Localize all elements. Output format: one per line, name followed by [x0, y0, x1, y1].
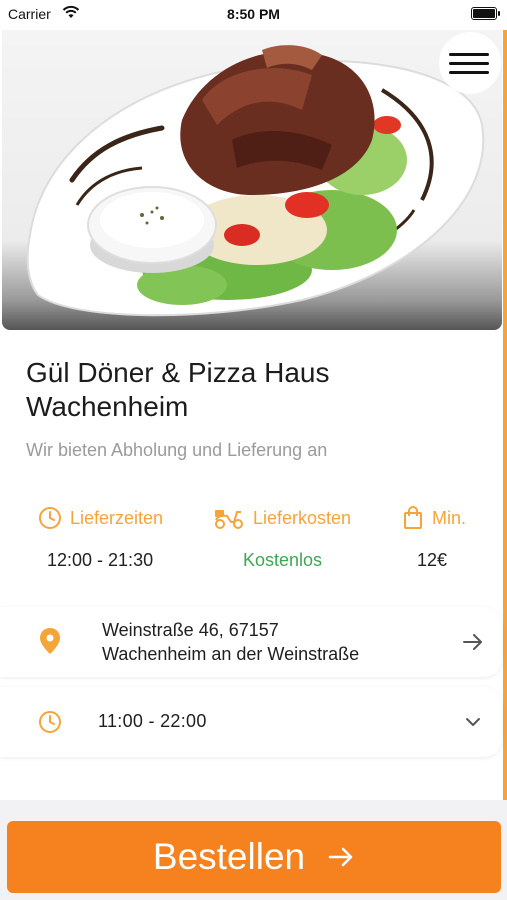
address-line1: Weinstraße 46, 67157 [102, 620, 279, 640]
clock-time: 8:50 PM [227, 6, 280, 22]
scooter-icon [215, 510, 243, 529]
order-button-label: Bestellen [152, 836, 306, 877]
min-order-label: Min. [402, 506, 466, 530]
menu-button[interactable] [439, 32, 501, 94]
delivery-times-label: Lieferzeiten [38, 506, 163, 530]
restaurant-name-line2: Wachenheim [26, 391, 189, 422]
battery-icon [471, 7, 500, 20]
address-text: Weinstraße 46, 67157 Wachenheim an der W… [102, 618, 359, 666]
restaurant-name: Gül Döner & Pizza Haus Wachenheim [26, 356, 476, 424]
delivery-times-value: 12:00 - 21:30 [47, 550, 154, 570]
location-pin-icon [40, 628, 60, 654]
restaurant-subtitle: Wir bieten Abholung und Lieferung an [26, 440, 328, 460]
order-button[interactable]: Bestellen [7, 821, 501, 893]
chevron-down-icon [466, 718, 480, 726]
address-line2: Wachenheim an der Weinstraße [102, 644, 360, 664]
hero-food-image [2, 30, 502, 330]
doner-salad-plate-image [26, 45, 485, 317]
restaurant-name-line1: Gül Döner & Pizza Haus [26, 357, 330, 388]
delivery-cost-label: Lieferkosten [213, 506, 351, 530]
status-bar: Carrier 8:50 PM [0, 0, 507, 30]
address-row[interactable]: Weinstraße 46, 67157 Wachenheim an der W… [0, 607, 502, 677]
opening-hours-row[interactable]: 11:00 - 22:00 [0, 687, 502, 757]
shopping-bag-icon [404, 506, 422, 529]
clock-icon [39, 507, 61, 529]
arrow-right-icon [463, 634, 482, 650]
delivery-times-text: Lieferzeiten [70, 507, 164, 528]
delivery-cost-text: Lieferkosten [253, 507, 352, 528]
min-order-value: 12€ [417, 550, 448, 570]
clock-icon [39, 711, 61, 733]
delivery-cost-value: Kostenlos [243, 550, 323, 570]
opening-hours-text: 11:00 - 22:00 [98, 711, 207, 731]
min-order-text: Min. [432, 507, 467, 528]
arrow-right-icon [328, 847, 353, 867]
accent-line [503, 30, 507, 800]
